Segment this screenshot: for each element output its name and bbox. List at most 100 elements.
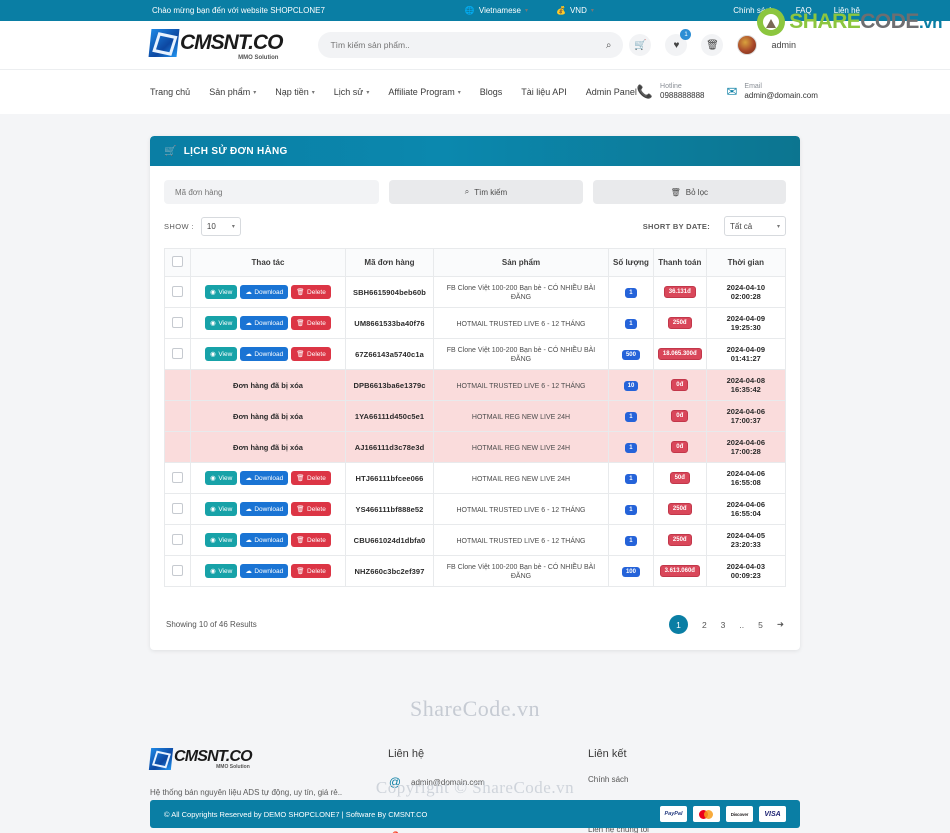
footer-contact-email[interactable]: @ admin@domain.com <box>388 775 588 789</box>
row-checkbox[interactable] <box>172 502 183 514</box>
money-icon: 💰 <box>556 6 566 15</box>
row-checkbox[interactable] <box>172 533 183 545</box>
delete-label: Delete <box>307 319 326 327</box>
order-code-cell: DPB6613ba6e1379c <box>345 369 434 401</box>
view-button[interactable]: ◉ View <box>205 533 238 547</box>
product-cell: HOTMAIL TRUSTED LIVE 6 - 12 THÁNG <box>433 493 609 525</box>
trash-icon[interactable]: 🗑 <box>701 34 724 56</box>
time-cell: 2024-04-10 02:00:28 <box>705 276 787 308</box>
clear-filter-button[interactable]: 🗑 Bỏ lọc <box>592 180 786 204</box>
currency-selector[interactable]: 💰 VND ▾ <box>556 6 594 15</box>
delete-button[interactable]: 🗑 Delete <box>291 502 331 516</box>
table-head: Thao tác Mã đơn hàng Sản phẩm Số lượng T… <box>164 248 787 277</box>
site-logo[interactable]: CMSNT.CO MMO Solution <box>148 29 283 61</box>
show-select[interactable]: 10 ▾ <box>200 216 241 236</box>
envelope-icon: ✉ <box>726 83 738 99</box>
nav-item-admin-panel[interactable]: Admin Panel <box>586 87 637 97</box>
time-cell: 2024-04-06 17:00:37 <box>705 400 787 432</box>
row-checkbox[interactable] <box>172 285 183 297</box>
nav-item-lich-su[interactable]: Lịch sử ▾ <box>334 87 370 97</box>
view-button[interactable]: ◉ View <box>205 471 238 485</box>
download-button[interactable]: ☁ Download <box>240 316 289 330</box>
view-button[interactable]: ◉ View <box>205 347 238 361</box>
quantity-cell: 100 <box>608 555 654 587</box>
download-button[interactable]: ☁ Download <box>240 347 289 361</box>
chevron-down-icon: ▾ <box>253 89 257 96</box>
row-checkbox[interactable] <box>172 347 183 359</box>
order-code-input[interactable] <box>175 187 369 197</box>
email-block[interactable]: ✉ Email admin@domain.com <box>727 82 818 102</box>
col-quantity: Số lượng <box>608 248 654 277</box>
download-button[interactable]: ☁ Download <box>240 564 289 578</box>
wishlist-icon[interactable]: ♥ 1 <box>665 29 692 56</box>
product-cell: FB Clone Việt 100-200 Bạn bè - CÓ NHIỀU … <box>433 555 609 587</box>
delete-button[interactable]: 🗑 Delete <box>291 347 331 361</box>
order-code-field[interactable] <box>164 180 380 204</box>
row-select-cell[interactable] <box>164 276 191 308</box>
search-icon[interactable]: ⌕ <box>606 40 612 51</box>
trash-icon: 🗑 <box>296 506 305 513</box>
row-select-cell[interactable] <box>164 493 191 525</box>
row-action-buttons: ◉ View ☁ Download 🗑 Delete <box>195 564 341 578</box>
download-button[interactable]: ☁ Download <box>240 285 289 299</box>
download-button[interactable]: ☁ Download <box>240 471 289 485</box>
search-button[interactable]: ⌕ Tìm kiếm <box>389 180 583 204</box>
nav-item-nap-tien[interactable]: Nạp tiền ▾ <box>275 87 315 97</box>
row-select-cell[interactable] <box>164 338 191 370</box>
sort-select[interactable]: Tất cả ▾ <box>724 216 786 236</box>
page-1[interactable]: 1 <box>668 615 688 634</box>
nav-item-trang-chu[interactable]: Trang chủ <box>150 87 190 97</box>
row-checkbox[interactable] <box>172 471 183 483</box>
download-button[interactable]: ☁ Download <box>240 502 289 516</box>
time-cell: 2024-04-03 00:09:23 <box>705 555 787 587</box>
view-button[interactable]: ◉ View <box>205 316 238 330</box>
nav-item-san-pham[interactable]: Sản phẩm ▾ <box>209 87 256 97</box>
delete-button[interactable]: 🗑 Delete <box>291 285 331 299</box>
quantity-badge: 1 <box>624 411 637 422</box>
order-time: 2024-04-06 17:00:28 <box>726 438 765 456</box>
quantity-badge: 1 <box>624 287 637 298</box>
page-5[interactable]: 5 <box>758 620 763 630</box>
search-input[interactable] <box>330 40 612 50</box>
view-label: View <box>218 288 233 296</box>
col-order-code: Mã đơn hàng <box>345 248 434 277</box>
row-actions-cell: Đơn hàng đã bị xóa <box>190 431 346 463</box>
page-title: LỊCH SỬ ĐƠN HÀNG <box>183 145 288 157</box>
product-search-box[interactable]: ⌕ <box>318 32 624 58</box>
row-select-cell[interactable] <box>164 524 191 556</box>
language-selector[interactable]: 🌐 Vietnamese ▾ <box>465 6 528 15</box>
row-checkbox[interactable] <box>172 564 183 576</box>
delete-button[interactable]: 🗑 Delete <box>291 564 331 578</box>
view-button[interactable]: ◉ View <box>205 564 238 578</box>
page-3[interactable]: 3 <box>721 620 726 630</box>
discover-icon: Discover <box>726 806 753 822</box>
select-all-checkbox[interactable] <box>172 256 183 267</box>
row-select-cell[interactable] <box>164 555 191 587</box>
next-page-arrow-icon[interactable]: ➜ <box>777 619 784 630</box>
quantity-badge: 1 <box>624 473 637 484</box>
view-button[interactable]: ◉ View <box>205 285 238 299</box>
view-button[interactable]: ◉ View <box>205 502 238 516</box>
page-2[interactable]: 2 <box>702 620 707 630</box>
delete-button[interactable]: 🗑 Delete <box>291 533 331 547</box>
table-row: ◉ View ☁ Download 🗑 Delete 67Z66143a5740c1a FB … <box>164 338 787 370</box>
download-button[interactable]: ☁ Download <box>240 533 289 547</box>
cart-icon[interactable]: 🛒 <box>629 34 652 56</box>
nav-item-blogs[interactable]: Blogs <box>480 87 503 97</box>
delete-label: Delete <box>307 350 326 358</box>
nav-item-tai-lieu-api[interactable]: Tài liệu API <box>521 87 567 97</box>
row-actions-cell: ◉ View ☁ Download 🗑 Delete <box>190 524 346 556</box>
cloud-download-icon: ☁ <box>245 537 252 544</box>
row-checkbox[interactable] <box>172 316 183 328</box>
delete-button[interactable]: 🗑 Delete <box>291 316 331 330</box>
user-name[interactable]: admin <box>771 40 796 50</box>
avatar[interactable] <box>737 35 758 55</box>
nav-item-affiliate-program[interactable]: Affiliate Program ▾ <box>388 87 460 97</box>
delete-button[interactable]: 🗑 Delete <box>291 471 331 485</box>
footer-link-policy[interactable]: Chính sách <box>588 775 748 784</box>
hotline-block[interactable]: 📞 Hotline 0988888888 <box>637 82 705 102</box>
col-select-all[interactable] <box>164 248 191 277</box>
row-select-cell[interactable] <box>164 307 191 339</box>
row-select-cell[interactable] <box>164 462 191 494</box>
language-label: Vietnamese <box>478 6 521 15</box>
